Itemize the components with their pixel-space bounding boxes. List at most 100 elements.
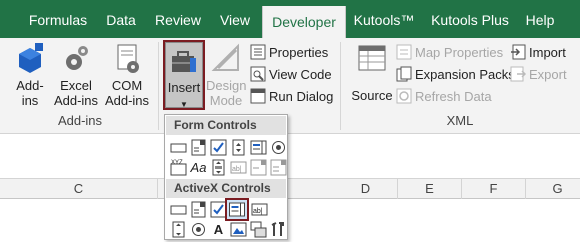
refresh-data-label: Refresh Data <box>415 89 492 104</box>
properties-label: Properties <box>269 45 329 60</box>
tab-review[interactable]: Review <box>152 0 204 38</box>
text-box-activex-icon[interactable]: ab| <box>250 200 269 219</box>
column-header-c[interactable]: C <box>0 179 158 199</box>
xml-group-label: XML <box>446 113 474 128</box>
tab-help[interactable]: Help <box>518 0 562 38</box>
combo-list-edit-form-control-icon[interactable] <box>249 158 268 177</box>
list-box-activex-icon[interactable] <box>225 198 249 221</box>
export-icon <box>510 66 526 82</box>
tab-data[interactable]: Data <box>100 0 142 38</box>
option-button-form-control-icon[interactable] <box>269 138 288 157</box>
add-ins-label-1: Add- <box>16 78 44 93</box>
map-properties-button[interactable]: Map Properties <box>396 42 503 64</box>
worksheet-grid[interactable] <box>0 200 580 242</box>
run-dialog-button[interactable]: Run Dialog <box>250 86 333 108</box>
insert-label: Insert <box>167 80 201 95</box>
expansion-packs-label: Expansion Packs <box>415 67 515 82</box>
group-divider <box>158 42 159 130</box>
tab-developer[interactable]: Developer <box>262 6 346 38</box>
text-field-form-control-icon[interactable]: ab| <box>229 158 248 177</box>
activex-controls-header: ActiveX Controls <box>166 179 286 198</box>
view-code-icon <box>250 66 266 82</box>
spin-button-form-control-icon[interactable] <box>229 138 248 157</box>
excel-add-ins-label-1: Excel <box>60 78 92 93</box>
import-icon <box>511 44 526 60</box>
view-code-button[interactable]: View Code <box>250 64 332 86</box>
combo-box-form-control-icon[interactable] <box>189 138 208 157</box>
expansion-packs-button[interactable]: Expansion Packs <box>396 64 515 86</box>
design-mode-button[interactable]: Design Mode <box>206 42 246 108</box>
combo-box-activex-icon[interactable] <box>189 200 208 219</box>
import-label: Import <box>529 45 566 60</box>
add-ins-icon <box>19 43 43 73</box>
excel-add-ins-button[interactable]: Excel Add-ins <box>52 42 100 108</box>
add-ins-label-2: ins <box>21 93 39 108</box>
xml-source-icon <box>358 45 386 71</box>
column-header-row: C D E F G <box>0 179 580 199</box>
group-box-form-control-icon[interactable]: XYZ <box>169 158 188 177</box>
label-activex-icon[interactable]: A <box>209 220 228 239</box>
export-button[interactable]: Export <box>510 64 567 86</box>
design-mode-label-2: Mode <box>209 93 243 108</box>
com-document-icon <box>117 44 139 73</box>
tab-kutools-plus[interactable]: Kutools Plus <box>428 0 512 38</box>
gear-icon <box>66 46 88 70</box>
formula-bar-area <box>0 135 580 179</box>
map-properties-icon <box>396 44 412 60</box>
ribbon-tab-bar: Formulas Data Review View Developer Kuto… <box>0 0 580 38</box>
excel-add-ins-label-2: Add-ins <box>53 93 99 108</box>
add-ins-button[interactable]: Add- ins <box>10 42 50 108</box>
label-control-glyph: Aa <box>190 160 207 175</box>
label-activex-glyph: A <box>213 222 224 237</box>
group-box-glyph: XYZ <box>171 160 183 166</box>
xml-source-button[interactable]: Source <box>350 42 394 103</box>
refresh-icon <box>396 88 412 104</box>
run-dialog-icon <box>250 88 266 104</box>
export-label: Export <box>529 67 567 82</box>
source-label: Source <box>351 88 393 103</box>
column-header-e[interactable]: E <box>398 179 462 199</box>
column-header-g[interactable]: G <box>526 179 580 199</box>
insert-dropdown-arrow-icon: ▼ <box>180 100 188 109</box>
check-box-activex-icon[interactable] <box>209 200 228 219</box>
text-box-glyph: ab| <box>253 208 263 215</box>
group-divider <box>340 42 341 130</box>
option-button-activex-icon[interactable] <box>189 220 208 239</box>
ruler-pencil-icon <box>211 43 239 71</box>
image-activex-icon[interactable] <box>229 220 248 239</box>
list-box-form-control-icon[interactable] <box>249 138 268 157</box>
com-add-ins-label-1: COM <box>111 78 143 93</box>
form-controls-header: Form Controls <box>166 116 286 135</box>
check-box-form-control-icon[interactable] <box>209 138 228 157</box>
add-ins-group-label: Add-ins <box>57 113 103 128</box>
toggle-button-activex-icon[interactable] <box>249 220 268 239</box>
refresh-data-button[interactable]: Refresh Data <box>396 86 492 108</box>
expansion-packs-icon <box>396 66 412 82</box>
import-button[interactable]: Import <box>510 42 566 64</box>
insert-controls-button[interactable]: Insert ▼ <box>163 40 205 110</box>
map-properties-label: Map Properties <box>415 45 504 60</box>
com-add-ins-label-2: Add-ins <box>104 93 150 108</box>
toolbox-icon <box>172 51 196 72</box>
column-header-f[interactable]: F <box>462 179 526 199</box>
text-field-glyph: ab| <box>232 166 242 173</box>
more-controls-activex-icon[interactable] <box>269 220 288 239</box>
column-header-d[interactable]: D <box>334 179 398 199</box>
scroll-bar-activex-icon[interactable] <box>169 220 188 239</box>
combo-dropdown-edit-form-control-icon[interactable] <box>269 158 288 177</box>
tab-view[interactable]: View <box>212 0 258 38</box>
properties-icon <box>250 44 266 60</box>
tab-kutools[interactable]: Kutools™ <box>348 0 420 38</box>
view-code-label: View Code <box>269 67 332 82</box>
command-button-activex-icon[interactable] <box>169 200 188 219</box>
com-add-ins-button[interactable]: COM Add-ins <box>102 42 152 108</box>
tab-formulas[interactable]: Formulas <box>18 0 98 38</box>
run-dialog-label: Run Dialog <box>269 89 334 104</box>
properties-button[interactable]: Properties <box>250 42 328 64</box>
scroll-bar-form-control-icon[interactable] <box>209 158 228 177</box>
button-form-control-icon[interactable] <box>169 138 188 157</box>
label-form-control-icon[interactable]: Aa <box>189 158 208 177</box>
design-mode-label-1: Design <box>206 78 247 93</box>
insert-controls-dropdown: Form Controls XYZ Aa ab| ActiveX Control… <box>164 114 288 240</box>
developer-ribbon: Add- ins Excel Add-ins COM Add-ins Add-i… <box>0 38 580 134</box>
